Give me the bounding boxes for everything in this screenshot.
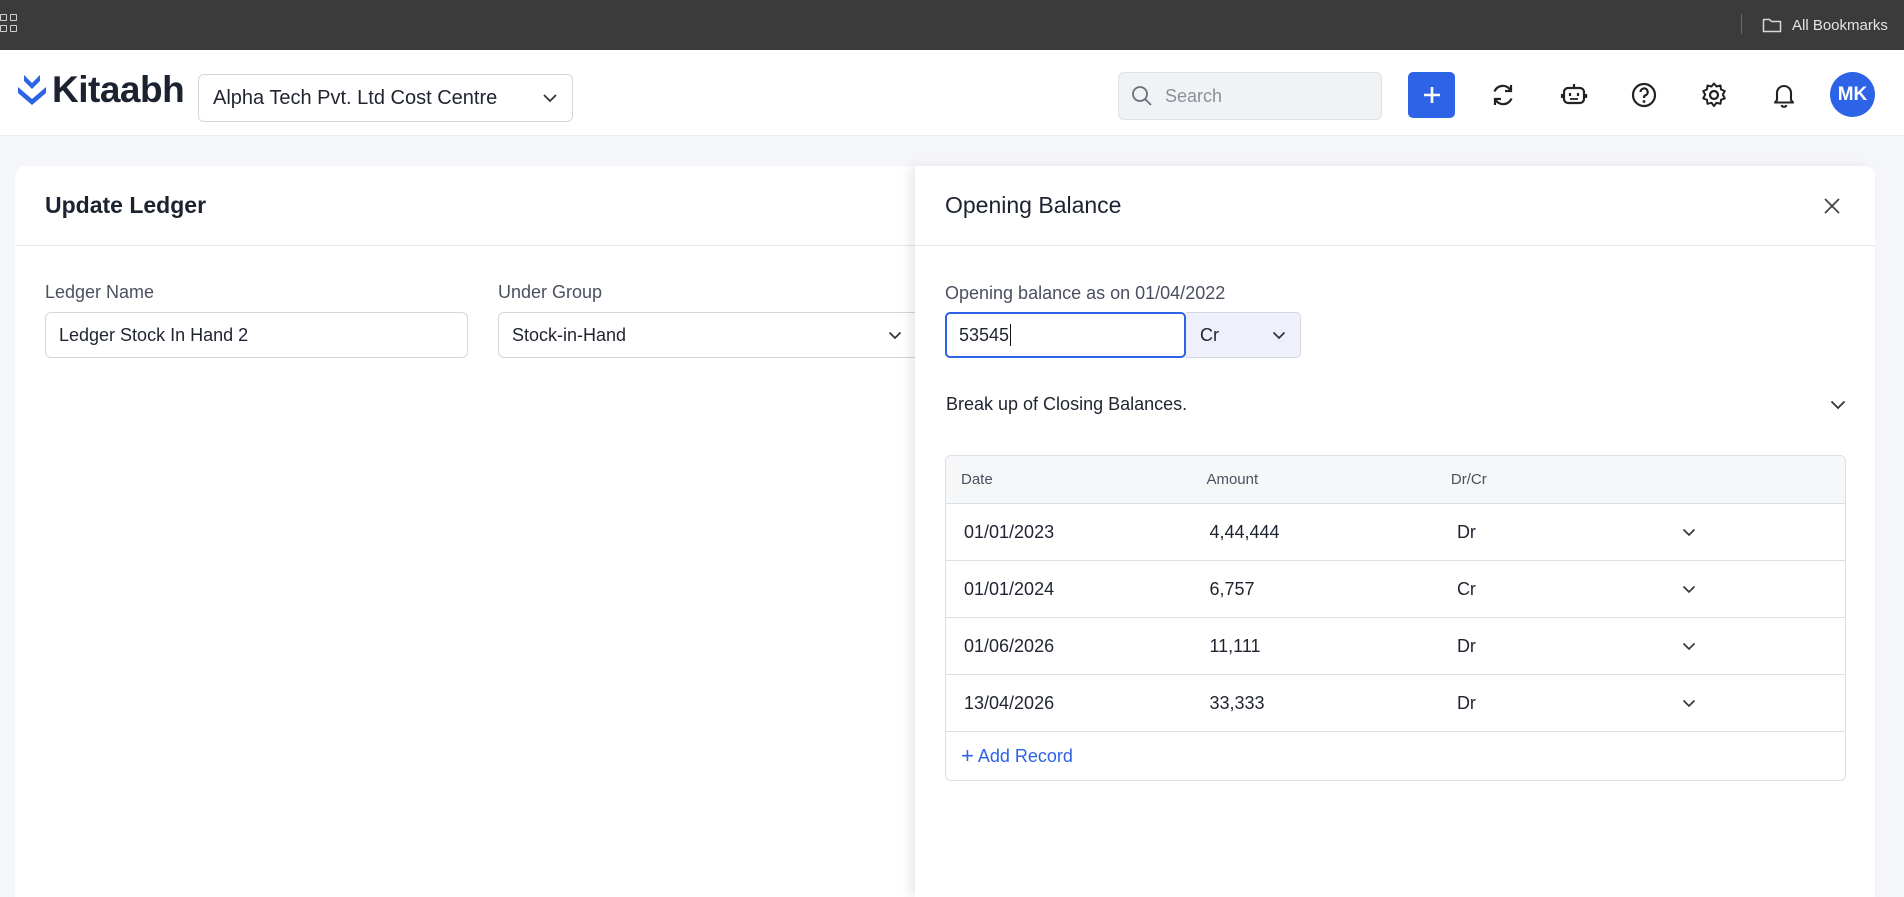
ledger-name-value: Ledger Stock In Hand 2: [59, 324, 249, 345]
row-drcr-value: Dr: [1456, 692, 1476, 713]
app-header: Kitaabh Alpha Tech Pvt. Ltd Cost Centre: [0, 50, 1904, 136]
table-row: 01/01/2024 6,757 Cr: [946, 561, 1845, 618]
page-title: Update Ledger: [45, 192, 207, 218]
chevron-down-icon: [1682, 699, 1696, 707]
chevron-down-icon: [1272, 331, 1286, 339]
row-drcr-value: Cr: [1456, 578, 1476, 599]
column-header-amount: Amount: [1206, 471, 1259, 488]
add-button[interactable]: [1408, 72, 1455, 118]
chevron-down-icon: [543, 94, 557, 103]
refresh-icon: [1493, 84, 1513, 106]
help-button[interactable]: [1627, 78, 1661, 112]
kitaabh-logo-icon: [18, 75, 46, 105]
bookmarks-divider: [1741, 14, 1742, 34]
row-drcr-select[interactable]: Dr: [1436, 636, 1845, 657]
gear-icon: [1702, 82, 1726, 107]
under-group-select[interactable]: Stock-in-Hand: [498, 312, 928, 358]
column-header-date: Date: [961, 471, 993, 488]
add-record-label: Add Record: [977, 745, 1073, 766]
row-drcr-value: Dr: [1456, 635, 1476, 656]
all-bookmarks-button[interactable]: All Bookmarks: [1762, 14, 1888, 36]
settings-button[interactable]: [1697, 78, 1731, 112]
update-ledger-header: Update Ledger: [15, 166, 920, 246]
ledger-name-label: Ledger Name: [45, 282, 155, 302]
row-date-input[interactable]: 01/01/2023: [946, 522, 1191, 543]
apps-grid-icon[interactable]: [0, 14, 18, 34]
opening-balance-title: Opening Balance: [945, 192, 1122, 218]
table-row: 01/06/2026 11,111 Dr: [946, 618, 1845, 675]
row-amount-input[interactable]: 11,111: [1191, 636, 1435, 657]
logo[interactable]: Kitaabh: [16, 69, 185, 110]
chevron-down-icon: [888, 331, 902, 339]
table-row: 13/04/2026 33,333 Dr: [946, 675, 1845, 732]
folder-icon: [1762, 18, 1782, 33]
close-button[interactable]: [1819, 193, 1845, 219]
chevron-down-icon: [1682, 585, 1696, 593]
breakup-table: Date Amount Dr/Cr 01/01/2023 4,44,444 Dr…: [945, 455, 1846, 781]
bookmarks-bar: All Bookmarks: [0, 0, 1904, 50]
row-drcr-select[interactable]: Dr: [1436, 693, 1845, 714]
plus-icon: [1423, 87, 1440, 103]
search-input[interactable]: [1165, 85, 1365, 107]
logo-text: Kitaabh: [52, 69, 185, 110]
column-header-drcr: Dr/Cr: [1450, 471, 1487, 488]
chevron-down-icon: [1830, 400, 1846, 409]
company-select-value: Alpha Tech Pvt. Ltd Cost Centre: [213, 86, 498, 109]
row-amount-input[interactable]: 6,757: [1191, 579, 1435, 600]
search-box[interactable]: [1118, 72, 1382, 120]
opening-balance-value: 53545: [959, 324, 1010, 345]
bot-icon: [1560, 84, 1588, 105]
update-ledger-card: Update Ledger Ledger Name Ledger Stock I…: [15, 166, 928, 897]
notifications-button[interactable]: [1767, 78, 1801, 112]
under-group-label: Under Group: [498, 282, 603, 302]
text-caret: [1010, 324, 1012, 346]
avatar[interactable]: MK: [1830, 72, 1875, 117]
opening-balance-type-value: Cr: [1200, 324, 1219, 345]
close-icon: [1824, 198, 1840, 214]
refresh-button[interactable]: [1486, 78, 1520, 112]
row-drcr-select[interactable]: Dr: [1436, 522, 1845, 543]
row-date-input[interactable]: 01/01/2024: [946, 579, 1191, 600]
opening-balance-label: Opening balance as on 01/04/2022: [945, 283, 1226, 303]
row-amount-input[interactable]: 4,44,444: [1191, 522, 1435, 543]
assistant-button[interactable]: [1557, 78, 1591, 112]
under-group-value: Stock-in-Hand: [512, 324, 627, 345]
row-drcr-select[interactable]: Cr: [1436, 579, 1845, 600]
all-bookmarks-label: All Bookmarks: [1792, 16, 1888, 34]
row-drcr-value: Dr: [1456, 521, 1476, 542]
table-row: 01/01/2023 4,44,444 Dr: [946, 504, 1845, 561]
table-header: Date Amount Dr/Cr: [946, 456, 1845, 504]
opening-balance-panel: Opening Balance Opening balance as on 01…: [915, 166, 1875, 897]
add-record-button[interactable]: + Add Record: [961, 745, 1073, 767]
bell-icon: [1773, 84, 1795, 108]
breakup-title: Break up of Closing Balances.: [946, 394, 1188, 414]
chevron-down-icon: [1682, 528, 1696, 536]
breakup-toggle[interactable]: Break up of Closing Balances.: [946, 394, 1846, 415]
opening-balance-input[interactable]: 53545: [945, 312, 1186, 358]
opening-balance-header: Opening Balance: [915, 166, 1875, 246]
row-amount-input[interactable]: 33,333: [1191, 693, 1435, 714]
ledger-name-input[interactable]: Ledger Stock In Hand 2: [45, 312, 468, 358]
row-date-input[interactable]: 01/06/2026: [946, 636, 1191, 657]
row-date-input[interactable]: 13/04/2026: [946, 693, 1191, 714]
search-icon: [1132, 86, 1152, 106]
plus-icon: +: [961, 743, 974, 768]
table-footer: + Add Record: [946, 732, 1845, 780]
company-select[interactable]: Alpha Tech Pvt. Ltd Cost Centre: [198, 74, 573, 122]
opening-balance-type-select[interactable]: Cr: [1186, 312, 1301, 358]
chevron-down-icon: [1682, 642, 1696, 650]
help-icon: [1631, 82, 1657, 108]
